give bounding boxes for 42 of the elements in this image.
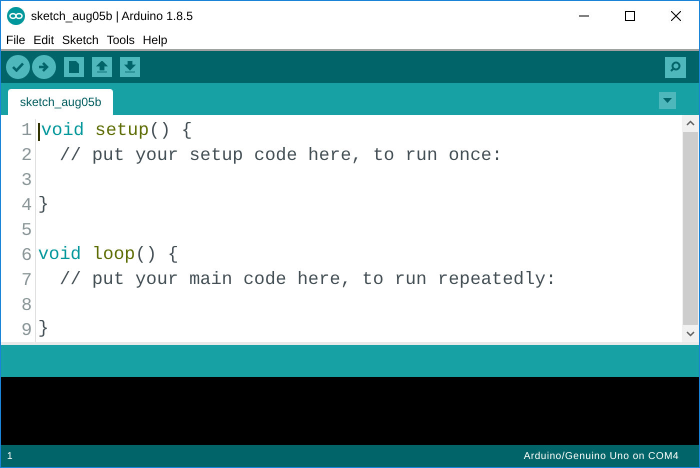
menu-item[interactable]: Sketch	[62, 31, 99, 49]
code-line: }	[38, 194, 49, 218]
line-number: 1	[21, 120, 32, 143]
code-line: void setup() {	[41, 120, 192, 143]
code-line: }	[38, 318, 49, 341]
line-indicator: 1	[7, 450, 13, 464]
new-button[interactable]	[64, 57, 84, 77]
scrollbar[interactable]	[682, 115, 699, 342]
right-arrow-icon	[38, 61, 50, 73]
code-line: // put your main code here, to run repeatedly:	[58, 268, 556, 292]
save-button[interactable]	[120, 57, 140, 77]
menu-item[interactable]: File	[6, 31, 26, 49]
caret-icon	[663, 98, 672, 103]
verify-button[interactable]	[6, 55, 30, 79]
code-line: void loop() {	[38, 244, 178, 267]
line-number: 9	[21, 320, 32, 343]
open-button[interactable]	[92, 57, 112, 77]
code-line: // put your setup code here, to run once:	[58, 145, 502, 168]
line-number: 8	[21, 295, 32, 318]
window-title: sketch_aug05b | Arduino 1.8.5	[31, 8, 193, 25]
line-number: 6	[21, 245, 32, 268]
infinity-logo-icon	[7, 7, 25, 25]
line-number: 2	[21, 145, 32, 168]
file-tab[interactable]: sketch_aug05b	[8, 89, 114, 115]
magnifier-icon	[668, 60, 682, 74]
page-icon	[69, 61, 79, 73]
tab-menu-button[interactable]	[659, 92, 676, 109]
serial-monitor-button[interactable]	[665, 56, 686, 78]
line-number: 5	[21, 220, 32, 243]
line-number: 4	[21, 195, 32, 218]
up-arrow-icon	[96, 61, 108, 73]
maximize-icon	[625, 11, 635, 21]
line-number: 7	[21, 270, 32, 293]
menu-item[interactable]: Tools	[106, 31, 135, 49]
menu-item[interactable]: Help	[142, 31, 168, 49]
menu-item[interactable]: Edit	[33, 31, 54, 49]
upload-button[interactable]	[32, 55, 56, 79]
close-icon	[671, 11, 681, 21]
checkmark-icon	[12, 62, 24, 72]
down-arrow-icon	[124, 61, 136, 73]
board-port-label: Arduino/Genuino Uno on COM4	[524, 450, 679, 464]
line-number: 3	[21, 170, 32, 193]
